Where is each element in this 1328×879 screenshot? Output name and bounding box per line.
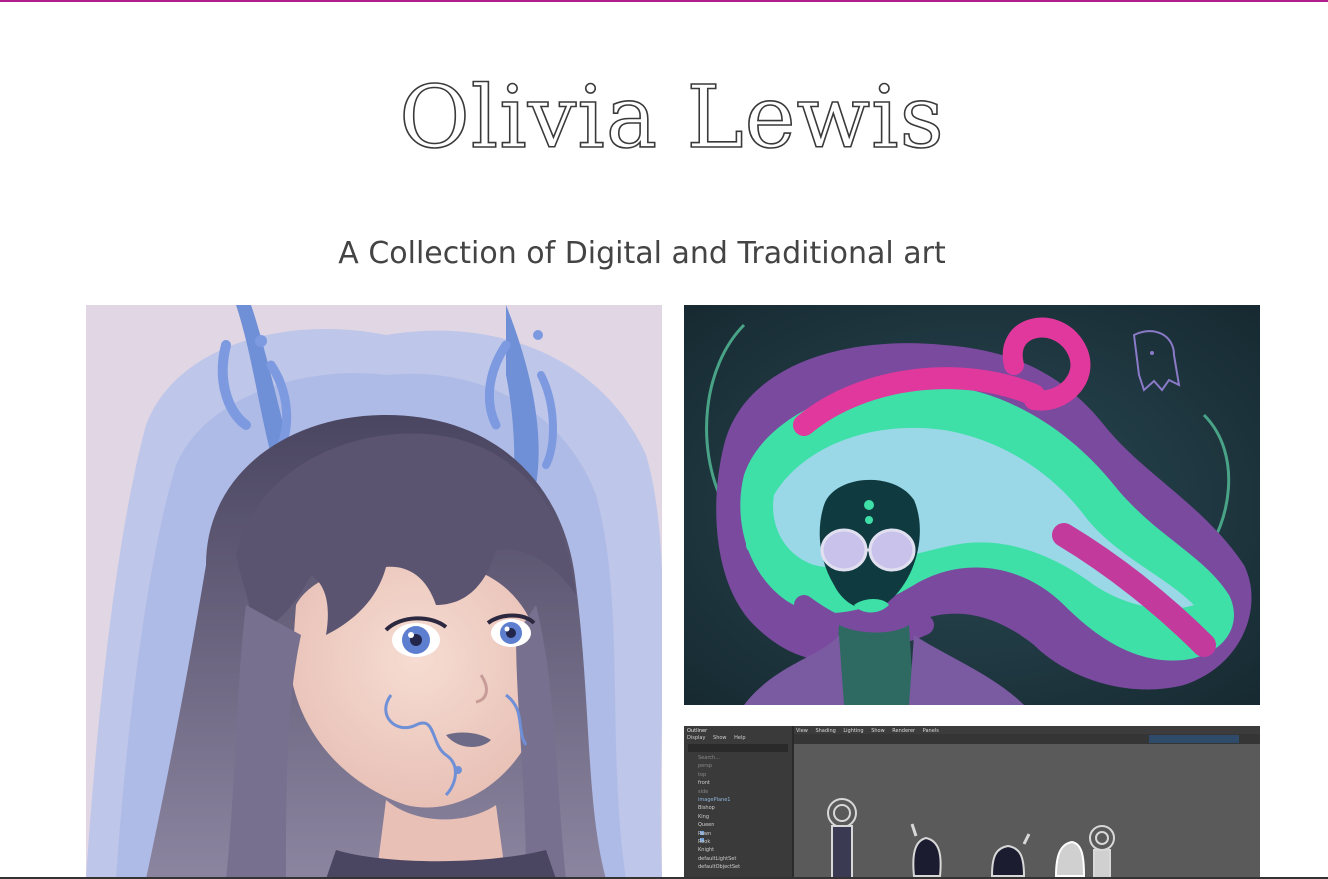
outliner-item: top xyxy=(698,771,707,778)
outliner-item: persp xyxy=(698,763,713,770)
maya-screenshot-image xyxy=(684,726,1260,879)
outliner-item: Queen xyxy=(698,822,715,829)
outliner-item: Pawn xyxy=(698,830,712,837)
outliner-item: Knight xyxy=(698,847,715,854)
outliner-menu-display: Display xyxy=(687,735,706,741)
viewport-menu-shading: Shading xyxy=(815,728,836,734)
outliner-item: front xyxy=(698,780,710,787)
top-accent-border xyxy=(0,0,1328,2)
outliner-title: Outliner xyxy=(687,728,708,734)
viewport-menu-renderer: Renderer xyxy=(892,728,916,734)
outliner-item: Bishop xyxy=(698,805,715,812)
outliner-menu: Display Show Help xyxy=(687,735,752,741)
flowing-hair-artwork-image xyxy=(684,305,1260,705)
outliner-item: King xyxy=(698,813,710,820)
viewport-menu-view: View xyxy=(796,728,808,734)
viewport-menu-show: Show xyxy=(871,728,885,734)
outliner-item: defaultObjectSet xyxy=(698,864,741,871)
outliner-item: Rook xyxy=(698,839,711,846)
gallery-item-portrait[interactable] xyxy=(86,305,662,879)
viewport-menu-panels: Panels xyxy=(922,728,939,734)
gallery-item-flowing-hair[interactable] xyxy=(684,305,1260,705)
site-tagline: A Collection of Digital and Traditional … xyxy=(338,236,946,271)
gallery-item-3d-chess[interactable]: Outliner Display Show Help Search... per… xyxy=(684,726,1260,879)
outliner-item: imagePlane1 xyxy=(698,797,731,804)
outliner-menu-show: Show xyxy=(713,735,727,741)
outliner-item: side xyxy=(698,788,709,795)
outliner-list: Search... persp top front side imagePlan… xyxy=(698,754,740,872)
viewport-menu-lighting: Lighting xyxy=(843,728,864,734)
outliner-menu-help: Help xyxy=(734,735,746,741)
site-title[interactable]: Olivia Lewis xyxy=(0,67,1328,169)
outliner-item: defaultLightSet xyxy=(698,855,737,862)
outliner-search: Search... xyxy=(698,755,720,761)
viewport-menu: View Shading Lighting Show Renderer Pane… xyxy=(796,728,945,734)
portrait-artwork-image xyxy=(86,305,662,879)
